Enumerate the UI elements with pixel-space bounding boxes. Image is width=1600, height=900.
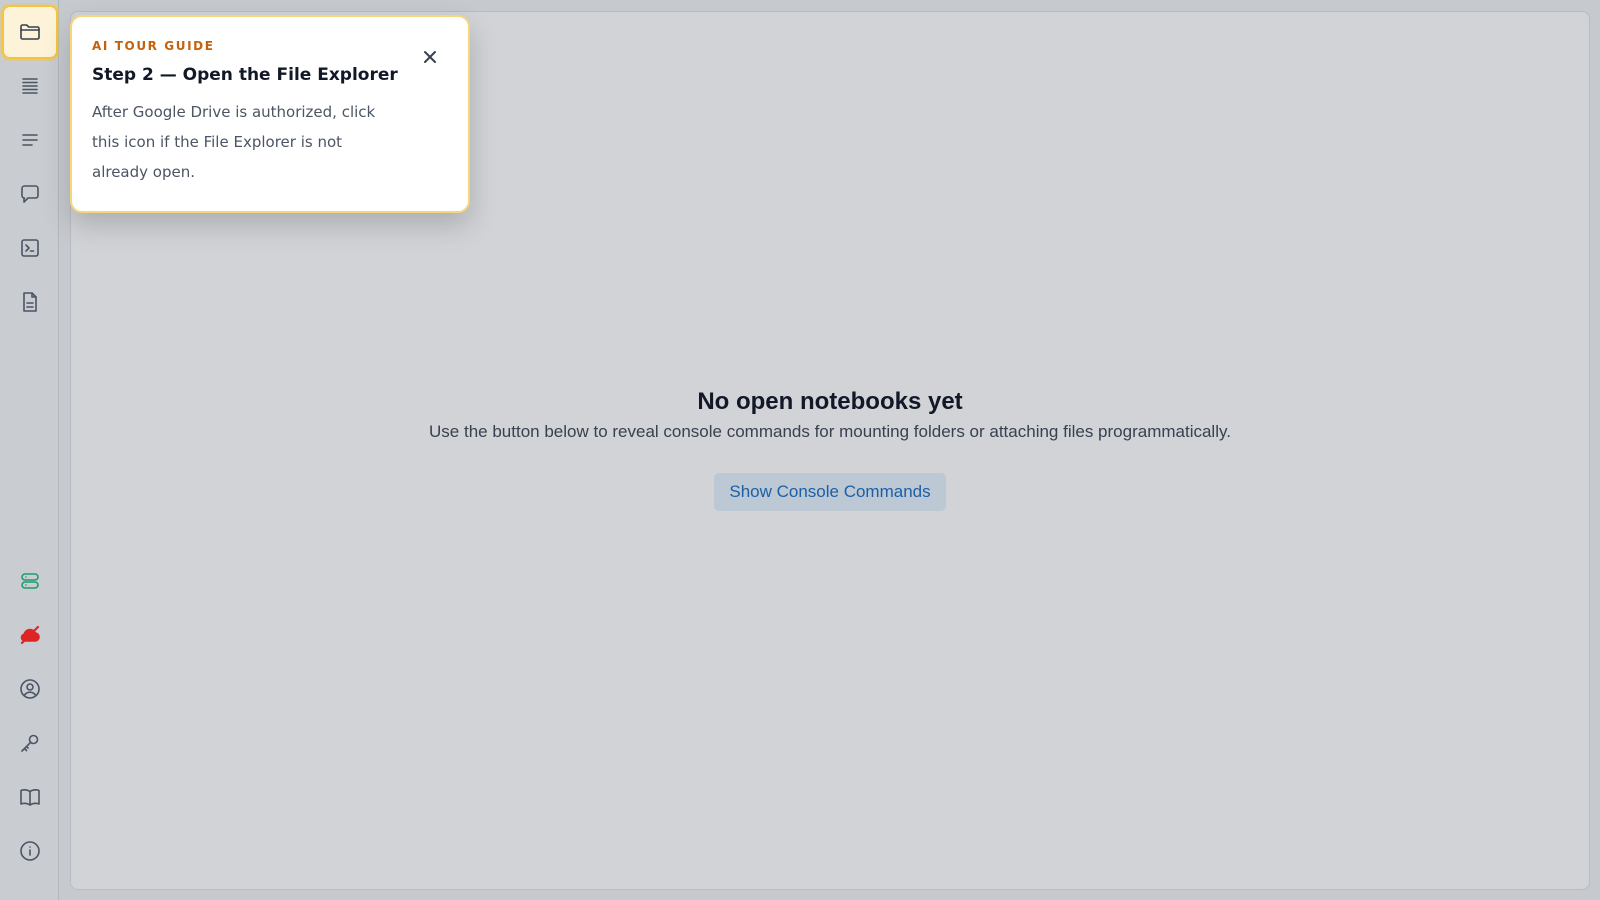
- sidebar-item-document[interactable]: [2, 275, 58, 329]
- show-console-commands-button[interactable]: Show Console Commands: [714, 473, 946, 511]
- sidebar-item-outline[interactable]: [2, 113, 58, 167]
- document-icon: [23, 292, 37, 312]
- empty-state-title: No open notebooks yet: [697, 388, 963, 415]
- sidebar: [0, 0, 59, 900]
- cloud-off-icon: [20, 625, 40, 645]
- sidebar-item-secrets[interactable]: [2, 716, 58, 770]
- folder-icon: [20, 24, 40, 40]
- key-icon: [21, 734, 39, 752]
- sidebar-item-account[interactable]: [2, 662, 58, 716]
- sidebar-item-info[interactable]: [2, 824, 58, 878]
- book-icon: [20, 789, 40, 806]
- info-icon: [20, 841, 40, 861]
- table-of-contents-icon: [22, 78, 38, 94]
- tour-kicker: AI TOUR GUIDE: [92, 39, 215, 53]
- tour-close-button[interactable]: [420, 47, 440, 67]
- terminal-icon: [21, 239, 39, 257]
- sidebar-item-comments[interactable]: [2, 167, 58, 221]
- sidebar-item-table-of-contents[interactable]: [2, 59, 58, 113]
- sidebar-item-file-explorer[interactable]: [2, 5, 58, 59]
- app-window: No open notebooks yet Use the button bel…: [0, 0, 1600, 900]
- outline-icon: [22, 134, 38, 146]
- empty-state: No open notebooks yet Use the button bel…: [71, 387, 1589, 511]
- storage-icon: [21, 573, 39, 589]
- sidebar-item-storage[interactable]: [2, 554, 58, 608]
- tour-step-title: Step 2 — Open the File Explorer: [92, 65, 398, 85]
- sidebar-item-docs[interactable]: [2, 770, 58, 824]
- sidebar-item-terminal[interactable]: [2, 221, 58, 275]
- comments-icon: [21, 185, 39, 203]
- account-icon: [20, 679, 40, 699]
- tour-guide-popover: AI TOUR GUIDE Step 2 — Open the File Exp…: [70, 15, 470, 213]
- empty-state-description: Use the button below to reveal console c…: [429, 422, 1231, 441]
- sidebar-item-drive-disconnected[interactable]: [2, 608, 58, 662]
- tour-step-body: After Google Drive is authorized, click …: [92, 103, 376, 181]
- close-icon: [424, 51, 436, 63]
